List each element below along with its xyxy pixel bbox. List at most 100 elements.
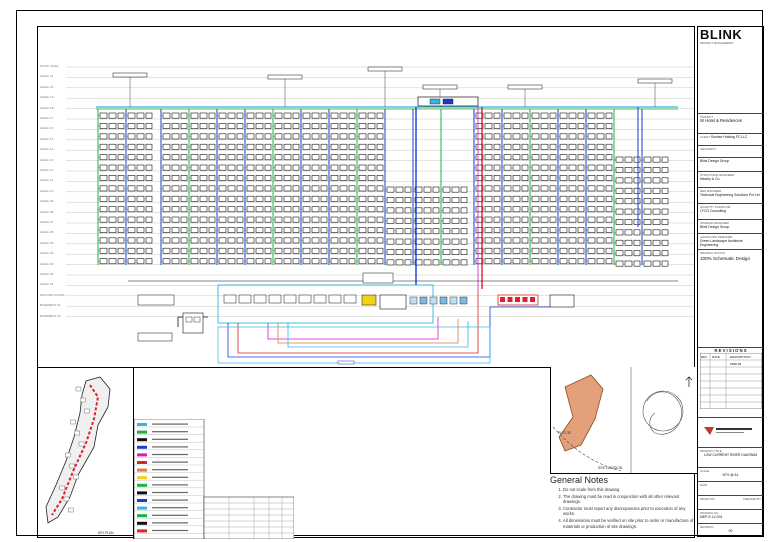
device-box bbox=[311, 247, 320, 254]
legend-swatch bbox=[137, 476, 147, 480]
device-box bbox=[236, 258, 244, 265]
device-box bbox=[605, 206, 613, 213]
device-box bbox=[358, 164, 367, 171]
device-box bbox=[376, 247, 384, 254]
device-box bbox=[624, 229, 633, 236]
device-box bbox=[643, 167, 652, 173]
device-box bbox=[145, 206, 153, 213]
device-box bbox=[348, 175, 356, 181]
client-label: CLIENT bbox=[700, 135, 710, 139]
device-box bbox=[255, 216, 264, 223]
device-box bbox=[442, 249, 451, 255]
device-box bbox=[432, 238, 440, 245]
device-box bbox=[503, 143, 512, 150]
device-box bbox=[117, 164, 125, 171]
device-box bbox=[330, 195, 339, 202]
device-box bbox=[190, 258, 199, 265]
device-box bbox=[484, 154, 493, 161]
device-box bbox=[320, 185, 328, 192]
device-box bbox=[330, 237, 339, 244]
device-box bbox=[493, 154, 501, 161]
device-box bbox=[376, 216, 384, 223]
device-box bbox=[615, 208, 624, 215]
device-box bbox=[171, 133, 180, 140]
device-box bbox=[330, 123, 339, 129]
device-box bbox=[484, 133, 493, 140]
device-box bbox=[348, 216, 356, 223]
device-box bbox=[512, 216, 521, 223]
riser-column bbox=[125, 109, 153, 265]
device-box bbox=[246, 185, 255, 192]
device-box bbox=[330, 175, 339, 181]
device-box bbox=[633, 156, 641, 163]
device-box bbox=[162, 143, 171, 150]
device-box bbox=[568, 237, 577, 244]
device-box bbox=[199, 175, 208, 181]
device-box bbox=[117, 185, 125, 192]
device-box bbox=[367, 227, 376, 233]
riser-column bbox=[97, 109, 125, 265]
key-plan-label: KEY PLAN bbox=[98, 531, 114, 535]
fire-module bbox=[500, 297, 505, 302]
device-box bbox=[145, 247, 153, 254]
device-box bbox=[540, 133, 549, 140]
device-box bbox=[264, 247, 272, 254]
general-notes-list: Do not scale from this drawing. The draw… bbox=[550, 487, 695, 529]
general-notes-title: General Notes bbox=[550, 475, 609, 485]
device-box bbox=[503, 123, 512, 129]
scale-label: SCALE bbox=[700, 469, 710, 473]
device-box bbox=[395, 197, 404, 203]
device-box bbox=[348, 123, 356, 129]
device-box bbox=[108, 185, 117, 192]
revision-no-box: REVISION 00 bbox=[698, 523, 763, 537]
floor-label: LEVEL 06 bbox=[40, 230, 54, 235]
device-box bbox=[136, 185, 145, 192]
device-box bbox=[208, 206, 216, 213]
device-box bbox=[236, 195, 244, 202]
device-box bbox=[484, 164, 493, 171]
device-box bbox=[358, 206, 367, 213]
device-box bbox=[264, 206, 272, 213]
client-box: CLIENT Sunrise Holding FZ-LLC bbox=[698, 133, 763, 145]
device-box bbox=[264, 164, 272, 171]
device-box bbox=[339, 154, 348, 161]
legend-swatch bbox=[137, 423, 147, 426]
device-box bbox=[605, 227, 613, 233]
legend-text bbox=[152, 431, 188, 433]
device-box bbox=[283, 175, 292, 181]
device-box bbox=[302, 112, 311, 119]
device-box bbox=[180, 237, 188, 244]
device-box bbox=[190, 133, 199, 140]
device-box bbox=[208, 216, 216, 223]
device-box bbox=[605, 175, 613, 181]
device-box bbox=[512, 258, 521, 265]
device-box bbox=[127, 175, 136, 181]
riser-column bbox=[188, 109, 216, 265]
device-box bbox=[521, 258, 529, 265]
device-box bbox=[108, 175, 117, 181]
device-box bbox=[99, 206, 108, 213]
device-box bbox=[199, 133, 208, 140]
device-box bbox=[540, 112, 549, 119]
legend-swatch bbox=[137, 461, 147, 464]
device-box bbox=[199, 143, 208, 150]
site-location-label: SITE LOCATION bbox=[598, 466, 623, 470]
device-box bbox=[311, 195, 320, 202]
device-box bbox=[127, 227, 136, 233]
device-box bbox=[180, 164, 188, 171]
mep-box: MEP ENGINEER Technical Engineering Solut… bbox=[698, 187, 763, 203]
floor-label: LEVEL 21 bbox=[40, 74, 54, 79]
device-box bbox=[531, 216, 540, 223]
device-box bbox=[180, 185, 188, 192]
device-box bbox=[283, 237, 292, 244]
riser-column bbox=[585, 109, 613, 265]
device-box bbox=[218, 143, 227, 150]
device-box bbox=[218, 206, 227, 213]
logo-box: BLINK PROJECT MANAGEMENT bbox=[698, 27, 763, 53]
device-box bbox=[302, 237, 311, 244]
revisions-table: REV DATE DESCRIPTION PRELIM bbox=[700, 353, 762, 409]
device-box bbox=[180, 258, 188, 265]
device-box bbox=[264, 185, 272, 192]
equipment-rack bbox=[223, 294, 237, 304]
device-box bbox=[615, 260, 624, 267]
